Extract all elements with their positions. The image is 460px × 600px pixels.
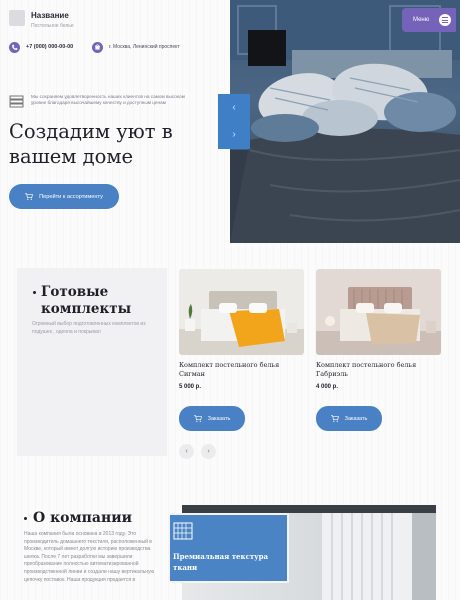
phone-number[interactable]: +7 (000) 000-00-00 [26, 44, 73, 50]
product-name[interactable]: Комплект постельного белья Сигман [179, 361, 304, 378]
hero-description: Мы сохраняем удовлетворенность наших кли… [31, 94, 185, 106]
menu-button[interactable]: Меню [402, 8, 456, 32]
carousel-prev-button[interactable]: ‹ [179, 444, 194, 459]
address: г. Москва, Ленинский проспект [109, 44, 180, 50]
about-title: О компании [33, 510, 133, 526]
about-text: Наша компания была основана в 2013 году.… [24, 531, 155, 583]
product-image-sigman[interactable] [179, 269, 304, 355]
product-price: 4 000 р. [316, 384, 339, 390]
hero-title: Создадим уют в вашем доме [9, 120, 173, 168]
order-button[interactable]: Заказать [179, 406, 245, 431]
hero-image [230, 0, 460, 243]
section-bullet [24, 517, 27, 520]
order-button-label: Заказать [207, 415, 231, 422]
cart-icon [193, 415, 202, 422]
fabric-icon [172, 521, 194, 546]
order-button-label: Заказать [344, 415, 368, 422]
carousel-next-button[interactable]: › [201, 444, 216, 459]
phone-icon [9, 42, 20, 53]
hero-prev-arrow[interactable]: ‹ [232, 102, 235, 113]
hero-slider-controls: ‹ › [218, 94, 250, 149]
menu-label: Меню [413, 17, 430, 23]
order-button[interactable]: Заказать [316, 406, 382, 431]
ready-sets-title: Готовые комплекты [41, 284, 132, 317]
brand-subtitle: Постельное белье [31, 23, 74, 29]
product-price: 5 000 р. [179, 384, 202, 390]
premium-texture-title: Премиальная текстура ткани [173, 552, 269, 572]
bed-stack-icon [9, 94, 25, 113]
product-name[interactable]: Комплект постельного белья Габриэль [316, 361, 441, 378]
location-icon [92, 42, 103, 53]
section-bullet [33, 291, 36, 294]
ready-sets-description: Огромный выбор подготовленных комплектов… [32, 321, 146, 335]
product-image-gabriel[interactable] [316, 269, 441, 355]
cart-icon [25, 193, 34, 200]
hero-next-arrow[interactable]: › [232, 130, 235, 140]
logo[interactable] [9, 10, 25, 26]
brand-name: Название [31, 11, 69, 20]
go-to-assortment-label: Перейти к ассортименту [39, 193, 103, 200]
go-to-assortment-button[interactable]: Перейти к ассортименту [9, 184, 119, 209]
menu-icon [439, 14, 452, 26]
cart-icon [330, 415, 339, 422]
